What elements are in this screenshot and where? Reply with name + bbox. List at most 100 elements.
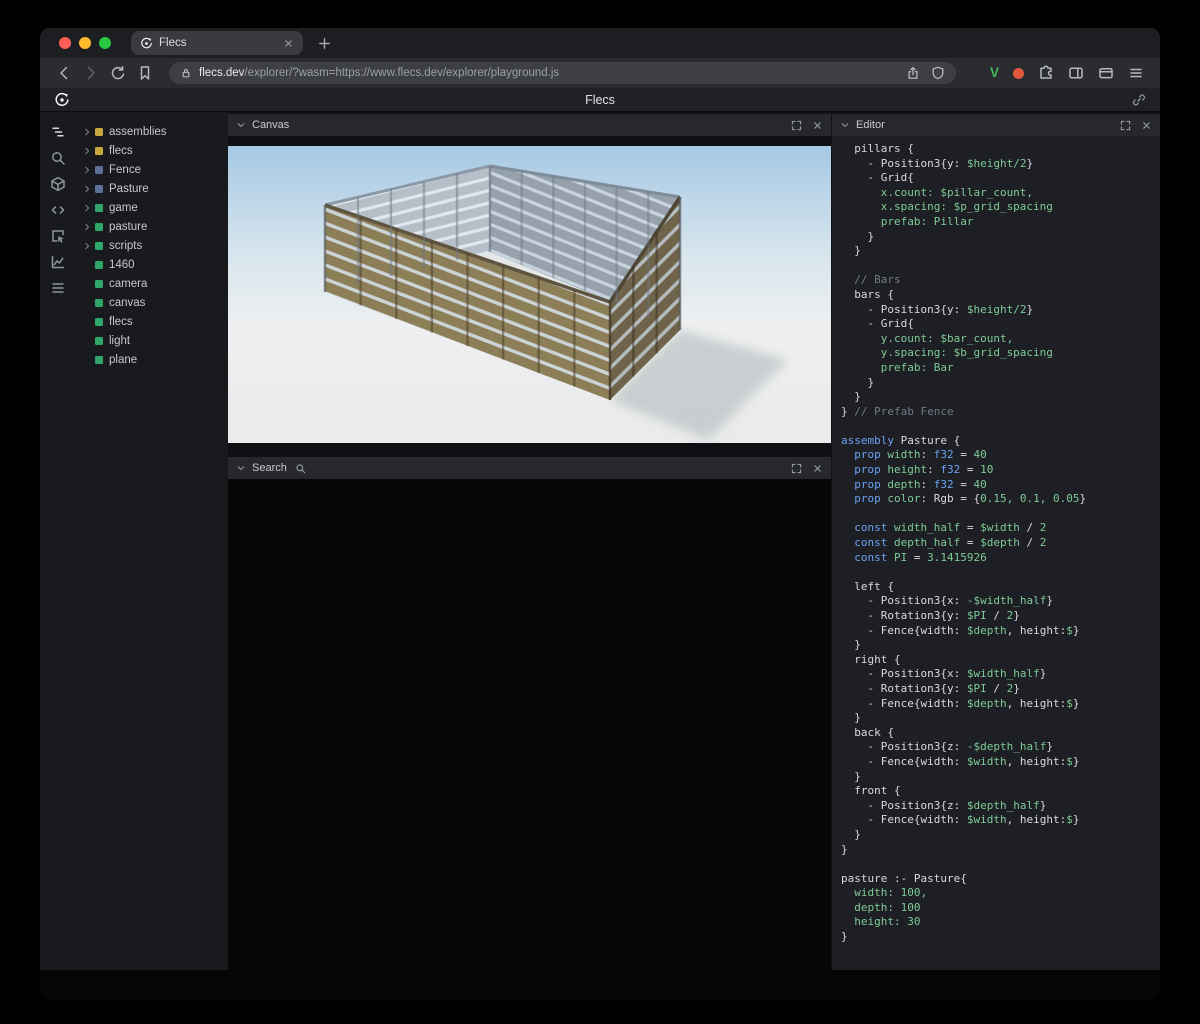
flecs-logo-icon[interactable] <box>54 92 70 108</box>
tab-close-icon[interactable] <box>283 38 294 49</box>
code-line: } <box>841 244 1160 259</box>
code-line <box>841 857 1160 872</box>
code-line: - Fence{width: $depth, height:$} <box>841 624 1160 639</box>
entities-tree-icon[interactable] <box>50 124 66 140</box>
search-icon[interactable] <box>295 463 306 474</box>
chevron-spacer <box>82 317 92 327</box>
tree-item-label: assemblies <box>109 126 167 138</box>
chevron-right-icon[interactable] <box>82 222 92 232</box>
expand-panel-icon[interactable] <box>791 463 802 474</box>
chevron-right-icon[interactable] <box>82 184 92 194</box>
code-line: - Position3{x: $width_half} <box>841 667 1160 682</box>
code-line: x.spacing: $p_grid_spacing <box>841 200 1160 215</box>
brave-shield-icon[interactable] <box>931 66 945 80</box>
chevron-down-icon[interactable] <box>840 120 850 130</box>
code-line: assembly Pasture { <box>841 434 1160 449</box>
chevron-right-icon[interactable] <box>82 165 92 175</box>
entity-color-square <box>95 128 103 136</box>
tree-item-label: light <box>109 335 130 347</box>
side-panel-icon[interactable] <box>1068 65 1084 81</box>
chevron-down-icon[interactable] <box>236 463 246 473</box>
scripts-code-icon[interactable] <box>50 202 66 218</box>
chevron-right-icon[interactable] <box>82 127 92 137</box>
stats-chart-icon[interactable] <box>50 254 66 270</box>
canvas-panel-header: Canvas <box>228 114 831 136</box>
address-bar[interactable]: flecs.dev/explorer/?wasm=https://www.fle… <box>169 62 956 84</box>
code-line: - Position3{z: -$depth_half} <box>841 740 1160 755</box>
tree-item-pasture[interactable]: pasture <box>75 217 228 236</box>
code-line: - Grid{ <box>841 171 1160 186</box>
extensions-puzzle-icon[interactable] <box>1038 65 1054 81</box>
tree-item-game[interactable]: game <box>75 198 228 217</box>
code-line: depth: 100 <box>841 901 1160 916</box>
code-line: y.spacing: $b_grid_spacing <box>841 346 1160 361</box>
tree-item-label: scripts <box>109 240 142 252</box>
tables-rows-icon[interactable] <box>50 280 66 296</box>
code-line: } <box>841 828 1160 843</box>
browser-tab[interactable]: Flecs <box>131 31 303 55</box>
query-search-icon[interactable] <box>50 150 66 166</box>
chevron-down-icon[interactable] <box>236 120 246 130</box>
code-line: right { <box>841 653 1160 668</box>
entity-color-square <box>95 299 103 307</box>
forward-button[interactable] <box>83 65 99 81</box>
reload-button[interactable] <box>110 65 126 81</box>
bookmark-icon[interactable] <box>137 65 153 81</box>
zoom-window-button[interactable] <box>99 37 111 49</box>
canvas-panel-body <box>228 136 831 449</box>
close-panel-icon[interactable] <box>812 120 823 131</box>
tree-item-scripts[interactable]: scripts <box>75 236 228 255</box>
close-panel-icon[interactable] <box>812 463 823 474</box>
new-tab-button[interactable] <box>317 36 332 51</box>
code-line: width: 100, <box>841 886 1160 901</box>
code-line: prefab: Bar <box>841 361 1160 376</box>
wallet-icon[interactable] <box>1098 65 1114 81</box>
chevron-right-icon[interactable] <box>82 146 92 156</box>
code-line: const depth_half = $depth / 2 <box>841 536 1160 551</box>
tree-item-label: flecs <box>109 145 133 157</box>
page-title: Flecs <box>40 93 1160 107</box>
chevron-spacer <box>82 298 92 308</box>
tree-item-camera[interactable]: camera <box>75 274 228 293</box>
components-cube-icon[interactable] <box>50 176 66 192</box>
share-icon[interactable] <box>906 66 920 80</box>
editor-panel-title: Editor <box>856 119 885 131</box>
tree-item-Fence[interactable]: Fence <box>75 160 228 179</box>
minimize-window-button[interactable] <box>79 37 91 49</box>
tree-item-1460[interactable]: 1460 <box>75 255 228 274</box>
v-extension-icon[interactable]: V <box>990 66 999 80</box>
editor-code[interactable]: pillars { - Position3{y: $height/2} - Gr… <box>832 136 1160 970</box>
back-button[interactable] <box>56 65 72 81</box>
tree-item-canvas[interactable]: canvas <box>75 293 228 312</box>
flecs-explorer-app: assemblies flecs FencePasturegamepasture sc… <box>40 112 1160 970</box>
chevron-spacer <box>82 260 92 270</box>
inspect-icon[interactable] <box>50 228 66 244</box>
chevron-right-icon[interactable] <box>82 241 92 251</box>
expand-panel-icon[interactable] <box>1120 120 1131 131</box>
link-icon[interactable] <box>1132 93 1146 107</box>
tree-item-flecs[interactable]: flecs <box>75 312 228 331</box>
extension-dot-icon[interactable] <box>1013 68 1024 79</box>
center-column: Canvas <box>228 114 831 970</box>
tree-item-light[interactable]: light <box>75 331 228 350</box>
canvas-3d-viewport[interactable] <box>228 146 831 443</box>
close-panel-icon[interactable] <box>1141 120 1152 131</box>
tree-item-flecs[interactable]: flecs <box>75 141 228 160</box>
expand-panel-icon[interactable] <box>791 120 802 131</box>
url-path: /explorer/?wasm=https://www.flecs.dev/ex… <box>244 67 559 79</box>
editor-panel-header: Editor <box>832 114 1160 136</box>
code-line: - Fence{width: $width, height:$} <box>841 813 1160 828</box>
code-line <box>841 259 1160 274</box>
tree-item-assemblies[interactable]: assemblies <box>75 122 228 141</box>
tree-item-Pasture[interactable]: Pasture <box>75 179 228 198</box>
code-line: } <box>841 390 1160 405</box>
code-line: - Rotation3{y: $PI / 2} <box>841 682 1160 697</box>
menu-icon[interactable] <box>1128 65 1144 81</box>
left-icon-strip <box>40 112 75 970</box>
chevron-right-icon[interactable] <box>82 203 92 213</box>
canvas-panel: Canvas <box>228 114 831 449</box>
code-line: - Grid{ <box>841 317 1160 332</box>
code-line: // Bars <box>841 273 1160 288</box>
tree-item-plane[interactable]: plane <box>75 350 228 369</box>
close-window-button[interactable] <box>59 37 71 49</box>
